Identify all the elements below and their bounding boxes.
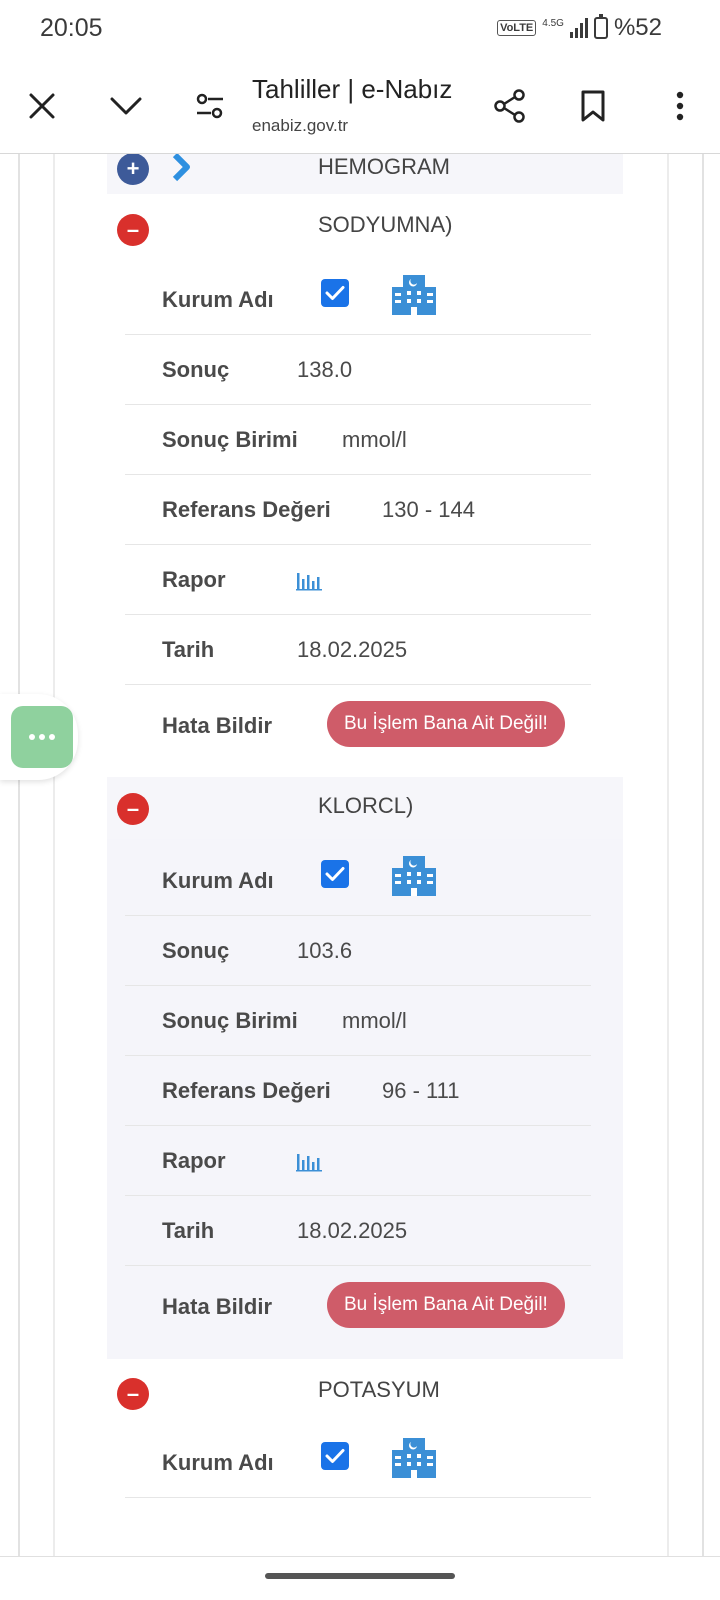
page-title: Tahliller | e-Nabız	[252, 74, 453, 104]
label-birim: Sonuç Birimi	[162, 427, 298, 452]
label-birim: Sonuç Birimi	[162, 1008, 298, 1033]
detail-row-hata: Hata Bildir Bu İşlem Bana Ait Değil!	[125, 1266, 591, 1356]
label-kurum: Kurum Adı	[162, 287, 274, 312]
hospital-building-icon[interactable]	[390, 850, 438, 898]
label-rapor: Rapor	[162, 1148, 226, 1173]
system-nav-bar	[0, 1556, 720, 1600]
label-tarih: Tarih	[162, 1218, 215, 1243]
more-horiz-icon[interactable]	[11, 706, 73, 768]
detail-row-kurum: Kurum Adı	[125, 846, 591, 916]
report-error-button[interactable]: Bu İşlem Bana Ait Değil!	[327, 1282, 565, 1328]
status-time: 20:05	[40, 14, 103, 42]
more-vert-icon[interactable]	[660, 86, 700, 126]
frame-border	[702, 154, 704, 1556]
label-tarih: Tarih	[162, 637, 215, 662]
floating-menu-button[interactable]	[0, 694, 78, 780]
page-content: + HEMOGRAM – SODYUMNA) Kurum Adı Sonuç 1…	[0, 154, 720, 1556]
frame-border	[667, 154, 669, 1556]
share-icon[interactable]	[490, 86, 530, 126]
detail-row-tarih: Tarih 18.02.2025	[125, 615, 591, 685]
signal-icon	[569, 18, 588, 38]
value-tarih: 18.02.2025	[297, 637, 408, 662]
test-row-hemogram[interactable]: + HEMOGRAM	[107, 154, 623, 194]
detail-row-referans: Referans Değeri 96 - 111	[125, 1056, 591, 1126]
value-tarih: 18.02.2025	[297, 1218, 408, 1243]
value-referans: 96 - 111	[382, 1078, 460, 1103]
gesture-handle[interactable]	[265, 1573, 455, 1579]
detail-row-rapor: Rapor	[125, 1126, 591, 1196]
detail-row-sonuc: Sonuç 103.6	[125, 916, 591, 986]
collapse-minus-icon[interactable]: –	[117, 214, 149, 246]
close-icon[interactable]	[22, 86, 62, 126]
label-hata: Hata Bildir	[162, 713, 273, 738]
expand-plus-icon[interactable]: +	[117, 154, 149, 185]
checkbox-icon[interactable]	[321, 1442, 349, 1470]
label-referans: Referans Değeri	[162, 1078, 331, 1103]
collapse-minus-icon[interactable]: –	[117, 1378, 149, 1410]
tune-icon[interactable]	[190, 86, 230, 126]
bookmark-icon[interactable]	[573, 86, 613, 126]
volte-icon: VoLTE	[497, 20, 537, 36]
label-referans: Referans Değeri	[162, 497, 331, 522]
detail-row-birim: Sonuç Birimi mmol/l	[125, 405, 591, 475]
bar-chart-icon[interactable]	[296, 1150, 322, 1172]
value-sonuc: 138.0	[297, 357, 353, 382]
test-title: POTASYUM	[318, 1377, 440, 1402]
value-referans: 130 - 144	[382, 497, 475, 522]
detail-row-sonuc: Sonuç 138.0	[125, 335, 591, 405]
checkbox-icon[interactable]	[321, 279, 349, 307]
hospital-building-icon[interactable]	[390, 1432, 438, 1480]
test-card-klor-header: – KLORCL)	[107, 777, 623, 839]
label-sonuc: Sonuç	[162, 938, 230, 963]
report-error-button[interactable]: Bu İşlem Bana Ait Değil!	[327, 701, 565, 747]
status-bar: 20:05 VoLTE 4.5G %52	[0, 0, 720, 58]
test-title: SODYUMNA)	[318, 212, 453, 237]
detail-row-birim: Sonuç Birimi mmol/l	[125, 986, 591, 1056]
detail-row-hata: Hata Bildir Bu İşlem Bana Ait Değil!	[125, 685, 591, 775]
test-title: KLORCL)	[318, 793, 414, 818]
chevron-down-icon[interactable]	[106, 86, 146, 126]
page-url[interactable]: enabiz.gov.tr	[252, 116, 348, 136]
bar-chart-icon[interactable]	[296, 569, 322, 591]
chevron-right-icon	[172, 154, 190, 182]
detail-row-kurum: Kurum Adı	[125, 265, 591, 335]
detail-row-rapor: Rapor	[125, 545, 591, 615]
label-sonuc: Sonuç	[162, 357, 230, 382]
label-hata: Hata Bildir	[162, 1294, 273, 1319]
value-sonuc: 103.6	[297, 938, 353, 963]
value-birim: mmol/l	[342, 427, 407, 452]
test-title: HEMOGRAM	[318, 154, 450, 179]
detail-row-referans: Referans Değeri 130 - 144	[125, 475, 591, 545]
label-kurum: Kurum Adı	[162, 868, 274, 893]
collapse-minus-icon[interactable]: –	[117, 793, 149, 825]
status-icons: VoLTE 4.5G %52	[497, 14, 662, 42]
frame-border	[53, 154, 55, 1556]
detail-row-kurum: Kurum Adı	[125, 1428, 591, 1498]
battery-icon	[593, 14, 608, 39]
label-kurum: Kurum Adı	[162, 1450, 274, 1475]
battery-level: %52	[613, 14, 662, 41]
label-rapor: Rapor	[162, 567, 226, 592]
checkbox-icon[interactable]	[321, 860, 349, 888]
value-birim: mmol/l	[342, 1008, 407, 1033]
browser-toolbar: Tahliller | e-Nabız enabiz.gov.tr	[0, 58, 720, 154]
network-type: 4.5G	[542, 17, 564, 29]
hospital-building-icon[interactable]	[390, 269, 438, 317]
detail-row-tarih: Tarih 18.02.2025	[125, 1196, 591, 1266]
frame-border	[18, 154, 20, 1556]
